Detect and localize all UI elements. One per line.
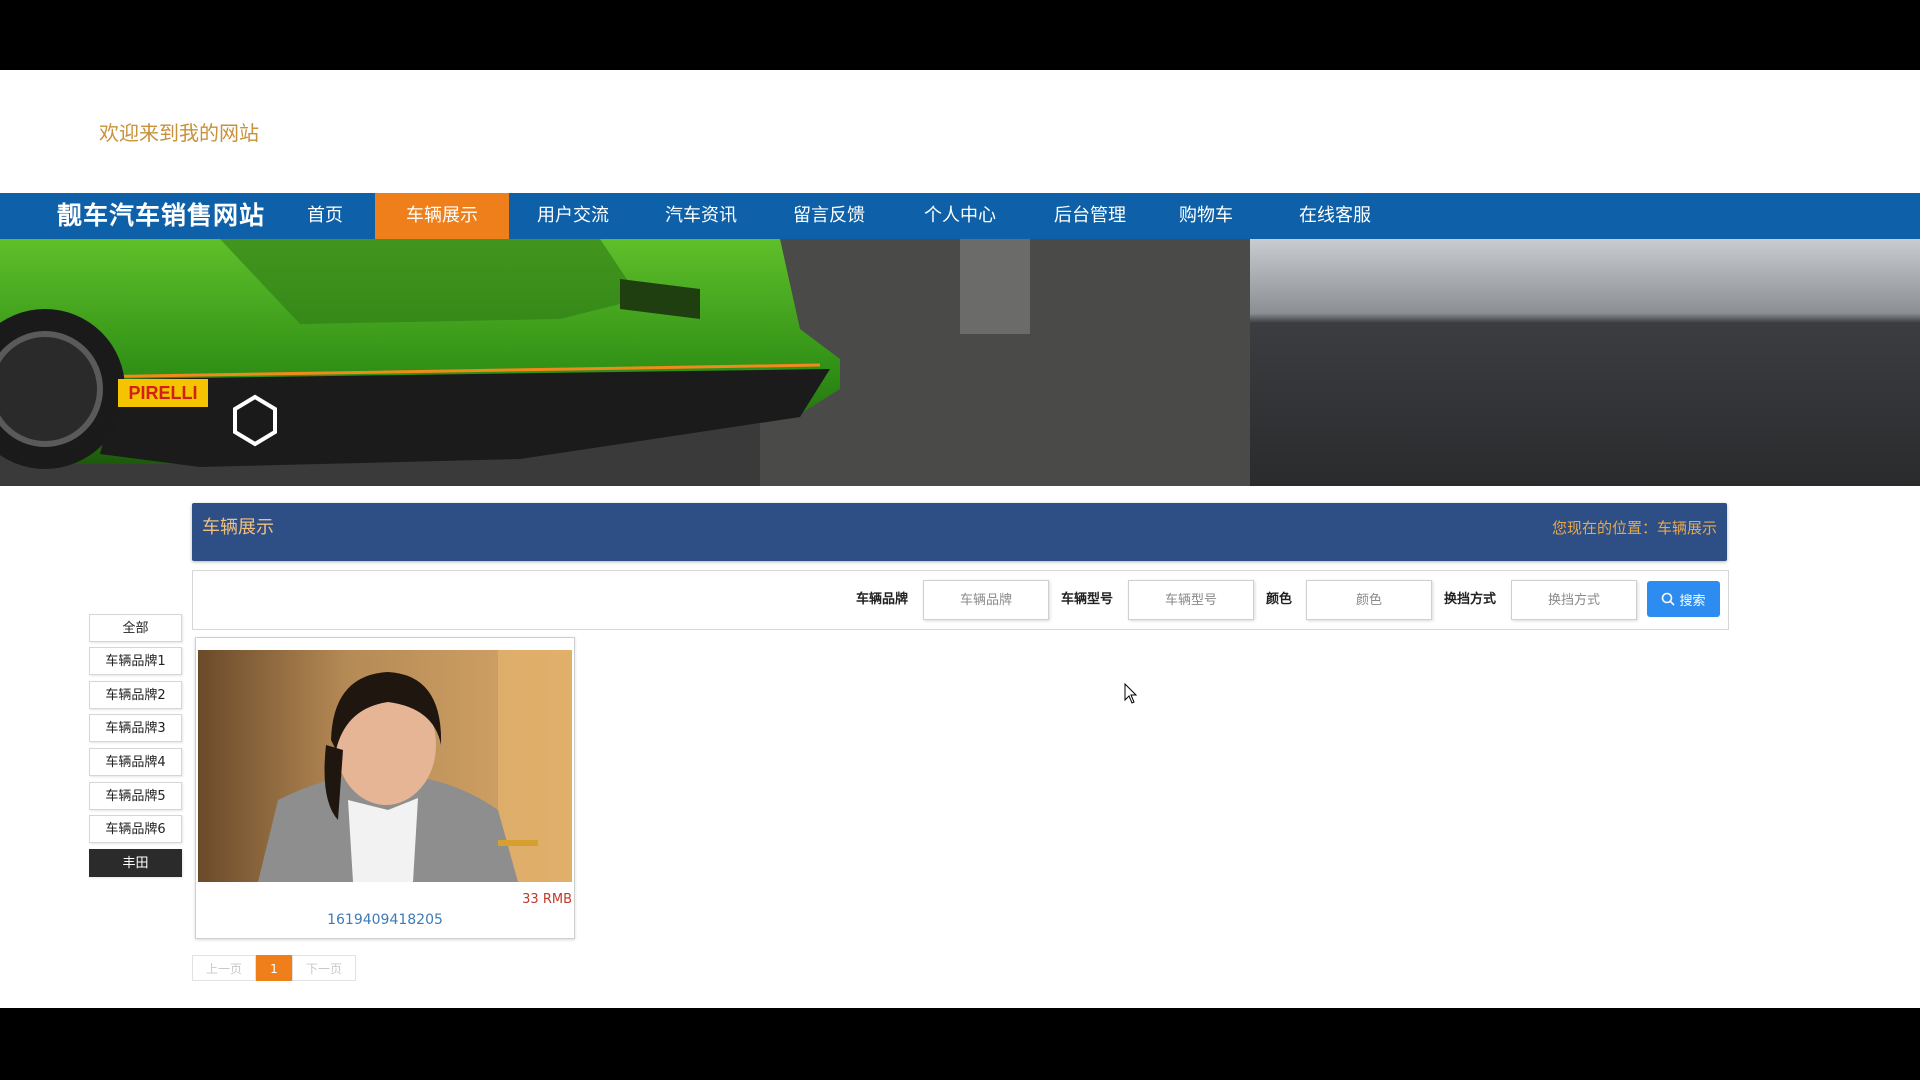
filter-bar: 车辆品牌 车辆型号 颜色 换挡方式 搜索 [192, 570, 1729, 630]
model-filter-label: 车辆型号 [1061, 592, 1114, 607]
main-navbar: 靓车汽车销售网站 首页 车辆展示 用户交流 汽车资讯 留言反馈 个人中心 后台管… [0, 193, 1920, 239]
color-filter-input[interactable] [1306, 580, 1432, 620]
product-name[interactable]: 1619409418205 [196, 912, 574, 928]
banner-slide-next [1250, 239, 1920, 486]
nav-online-service[interactable]: 在线客服 [1290, 193, 1380, 239]
category-brand-1[interactable]: 车辆品牌1 [89, 647, 182, 675]
search-button-label: 搜索 [1679, 593, 1706, 609]
gear-filter-input[interactable] [1511, 580, 1637, 620]
gear-filter-label: 换挡方式 [1444, 592, 1497, 607]
page: 欢迎来到我的网站 靓车汽车销售网站 首页 车辆展示 用户交流 汽车资讯 留言反馈… [0, 70, 1920, 1008]
nav-vehicle-display[interactable]: 车辆展示 [375, 193, 509, 239]
banner-slide-car: PIRELLI [0, 239, 1250, 486]
category-brand-5[interactable]: 车辆品牌5 [89, 782, 182, 810]
brand-filter-label: 车辆品牌 [856, 592, 909, 607]
pagination-next[interactable]: 下一页 [292, 955, 356, 981]
banner-carousel[interactable]: PIRELLI [0, 239, 1920, 486]
breadcrumb: 您现在的位置：车辆展示 [1551, 519, 1717, 537]
pirelli-logo: PIRELLI [128, 383, 197, 403]
nav-admin[interactable]: 后台管理 [1045, 193, 1135, 239]
category-brand-3[interactable]: 车辆品牌3 [89, 714, 182, 742]
brand-filter-input[interactable] [923, 580, 1049, 620]
section-title: 车辆展示 [202, 517, 274, 538]
nav-feedback[interactable]: 留言反馈 [784, 193, 874, 239]
mouse-cursor-icon [1124, 683, 1138, 704]
category-all[interactable]: 全部 [89, 614, 182, 642]
welcome-text: 欢迎来到我的网站 [99, 121, 259, 145]
nav-cart[interactable]: 购物车 [1170, 193, 1242, 239]
category-brand-4[interactable]: 车辆品牌4 [89, 748, 182, 776]
category-brand-2[interactable]: 车辆品牌2 [89, 681, 182, 709]
section-header: 车辆展示 您现在的位置：车辆展示 [192, 503, 1727, 561]
nav-car-news[interactable]: 汽车资讯 [656, 193, 746, 239]
nav-personal-center[interactable]: 个人中心 [915, 193, 1005, 239]
nav-user-exchange[interactable]: 用户交流 [528, 193, 618, 239]
search-icon [1662, 592, 1676, 606]
pagination-page-1[interactable]: 1 [256, 955, 292, 981]
portrait-image [198, 650, 572, 882]
product-card[interactable]: 33 RMB 1619409418205 [195, 637, 575, 939]
product-photo[interactable] [198, 650, 572, 882]
category-toyota[interactable]: 丰田 [89, 849, 182, 877]
search-button[interactable]: 搜索 [1647, 581, 1720, 617]
product-price: 33 RMB [522, 892, 572, 907]
site-brand[interactable]: 靓车汽车销售网站 [57, 193, 265, 239]
pagination-prev[interactable]: 上一页 [192, 955, 256, 981]
model-filter-input[interactable] [1128, 580, 1254, 620]
category-brand-6[interactable]: 车辆品牌6 [89, 815, 182, 843]
color-filter-label: 颜色 [1266, 592, 1293, 607]
nav-home[interactable]: 首页 [294, 193, 356, 239]
green-race-car-illustration: PIRELLI [0, 239, 1250, 486]
